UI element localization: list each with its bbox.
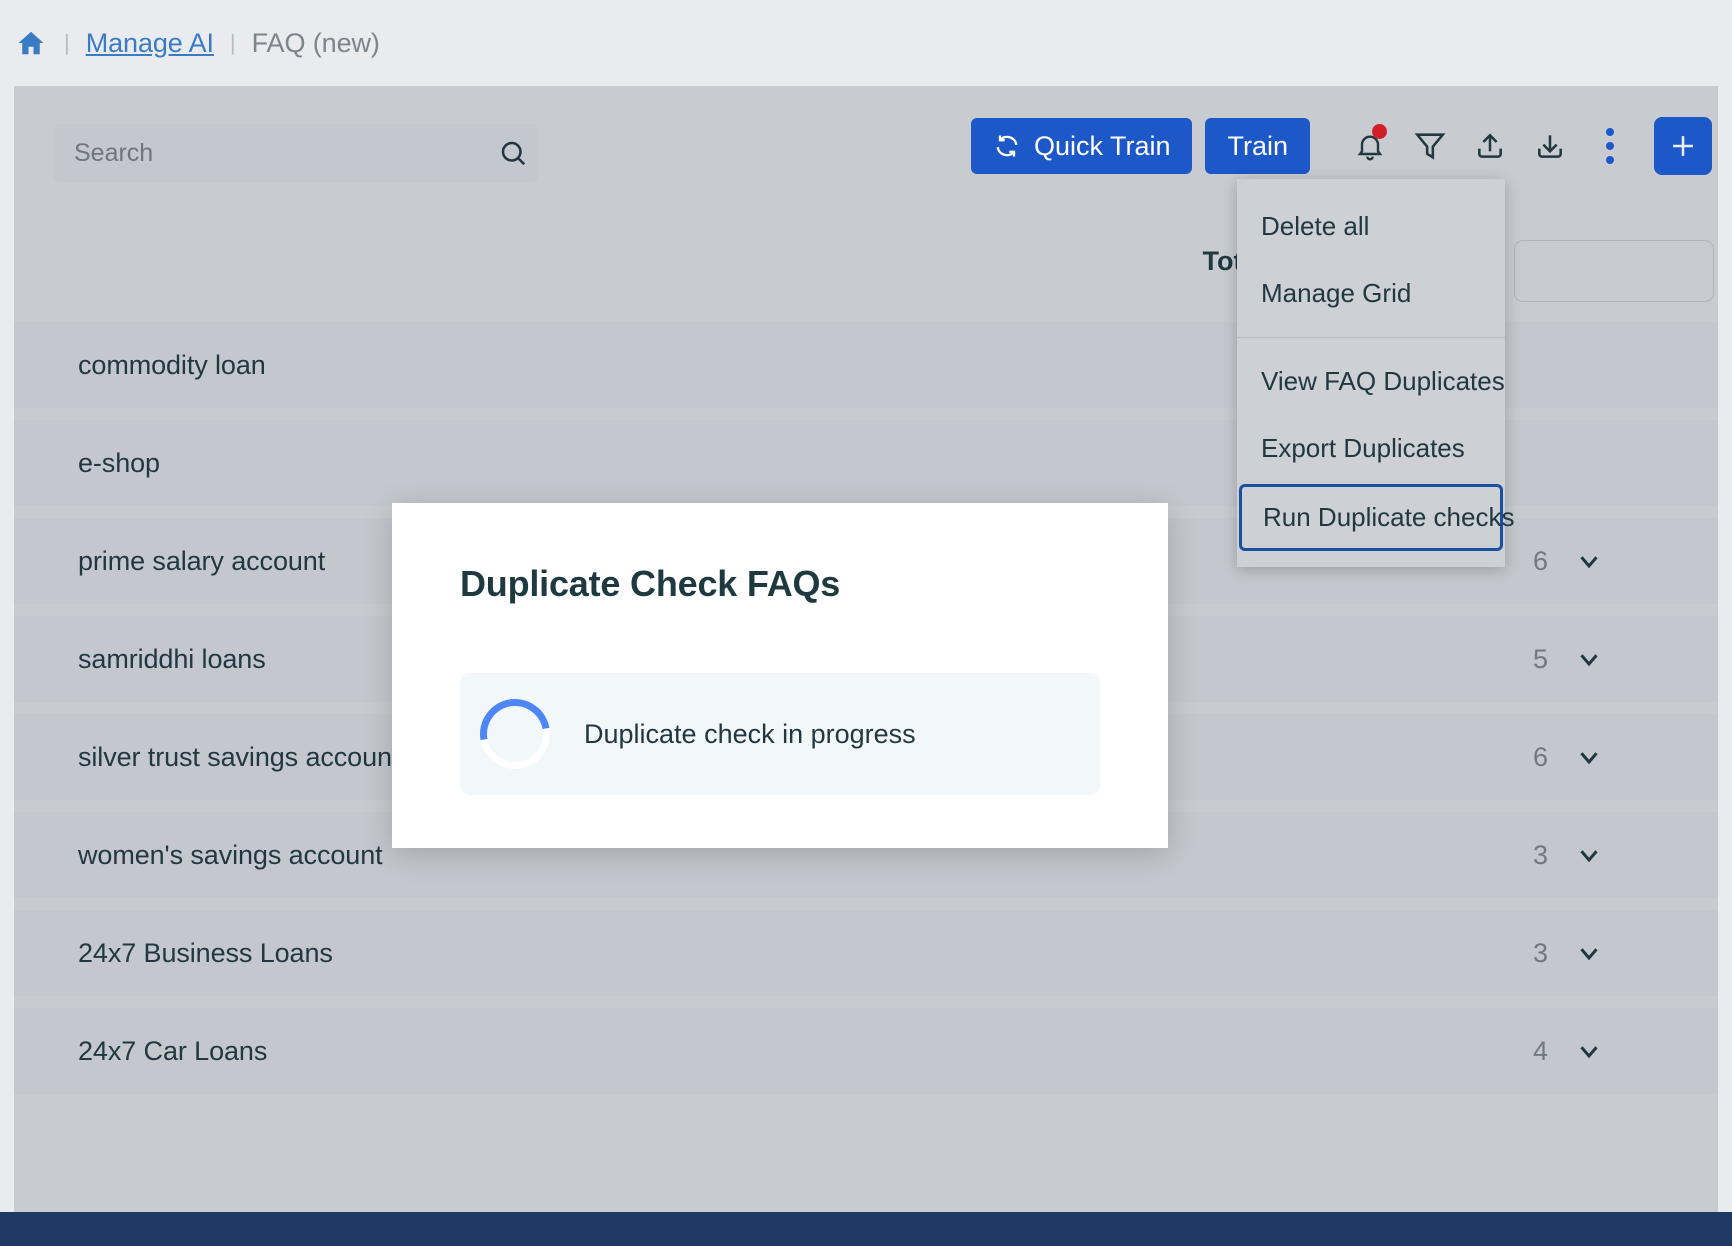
search-box[interactable] [54, 124, 538, 182]
faq-title: women's savings account [78, 839, 383, 870]
vertical-ellipsis-icon [1606, 128, 1614, 164]
faq-row-meta: 3 [1533, 840, 1702, 871]
faq-row-meta: 5 [1533, 644, 1702, 675]
breadcrumb-separator-2: | [229, 30, 236, 55]
modal-title: Duplicate Check FAQs [460, 563, 841, 604]
faq-count: 4 [1532, 1035, 1548, 1066]
faq-title: commodity loan [78, 349, 266, 380]
faq-row-meta: 3 [1533, 938, 1702, 969]
left-rail [0, 86, 14, 1212]
faq-title: e-shop [78, 447, 160, 478]
upload-button[interactable] [1460, 116, 1520, 176]
menu-item-run-duplicate-checks[interactable]: Run Duplicate checks [1239, 484, 1514, 551]
refresh-icon [996, 135, 1018, 157]
menu-item-export-duplicates[interactable]: Export Duplicates [1237, 415, 1505, 482]
chevron-down-icon[interactable] [1574, 938, 1604, 968]
search-icon[interactable] [488, 138, 538, 168]
menu-group-general: Delete all Manage Grid [1237, 187, 1505, 333]
download-button[interactable] [1520, 116, 1580, 176]
app-window: | Manage AI | FAQ (new) Search Quick Tra… [0, 0, 1732, 1246]
progress-panel: Duplicate check in progress [460, 673, 1100, 795]
page-size-select[interactable] [1514, 240, 1714, 302]
loading-spinner-icon [466, 685, 564, 783]
breadcrumb-separator-1: | [64, 30, 70, 55]
table-row[interactable]: 24x7 Car Loans 4 [0, 1008, 1732, 1094]
chevron-down-icon[interactable] [1574, 742, 1604, 772]
download-icon [1538, 135, 1562, 158]
faq-count: 5 [1532, 643, 1548, 674]
chevron-down-icon[interactable] [1574, 546, 1604, 576]
faq-count: 6 [1532, 545, 1548, 576]
faq-count: 3 [1532, 937, 1548, 968]
breadcrumb: | Manage AI | FAQ (new) [0, 0, 1732, 86]
menu-item-manage-grid[interactable]: Manage Grid [1237, 260, 1505, 327]
funnel-icon [1414, 133, 1446, 160]
faq-title: samriddhi loans [78, 643, 266, 674]
train-label: Train [1227, 130, 1288, 161]
faq-row-meta: 4 [1533, 1036, 1702, 1067]
plus-icon [1673, 136, 1693, 156]
quick-train-label: Quick Train [1033, 130, 1171, 161]
upload-icon [1478, 133, 1502, 158]
home-icon[interactable] [14, 26, 48, 60]
footer-bar [0, 1212, 1732, 1246]
faq-count: 6 [1532, 741, 1548, 772]
faq-title: silver trust savings account [78, 741, 400, 772]
menu-divider [1237, 337, 1505, 338]
quick-train-button[interactable]: Quick Train [970, 118, 1193, 174]
chevron-down-icon[interactable] [1574, 1036, 1604, 1066]
toolbar-actions: Quick Train Train [970, 116, 1712, 176]
faq-title: 24x7 Car Loans [78, 1035, 268, 1066]
faq-row-meta: 6 [1533, 742, 1702, 773]
menu-group-duplicates: View FAQ Duplicates Export Duplicates Ru… [1237, 342, 1514, 559]
breadcrumb-link-manage-ai[interactable]: Manage AI [86, 28, 214, 59]
chevron-down-icon[interactable] [1574, 644, 1604, 674]
notification-button[interactable] [1340, 116, 1400, 176]
notification-badge [1372, 124, 1387, 139]
faq-row-meta: 6 [1533, 546, 1702, 577]
right-rail [1718, 86, 1732, 1212]
breadcrumb-current-faq: FAQ (new) [251, 27, 380, 58]
more-options-menu: Delete all Manage Grid View FAQ Duplicat… [1237, 179, 1514, 567]
more-options-button[interactable] [1580, 116, 1640, 176]
search-input[interactable] [54, 138, 488, 168]
menu-item-view-faq-duplicates[interactable]: View FAQ Duplicates [1237, 348, 1505, 415]
add-faq-button[interactable] [1654, 117, 1712, 175]
progress-status-text: Duplicate check in progress [584, 718, 916, 749]
train-button[interactable]: Train [1205, 118, 1310, 174]
filter-button[interactable] [1400, 116, 1460, 176]
table-row[interactable]: 24x7 Business Loans 3 [0, 910, 1732, 996]
faq-title: prime salary account [78, 545, 326, 576]
faq-count: 3 [1532, 839, 1548, 870]
faq-title: 24x7 Business Loans [78, 937, 333, 968]
duplicate-check-modal: Duplicate Check FAQs Duplicate check in … [392, 503, 1168, 848]
chevron-down-icon[interactable] [1574, 840, 1604, 870]
menu-item-delete-all[interactable]: Delete all [1237, 193, 1505, 260]
